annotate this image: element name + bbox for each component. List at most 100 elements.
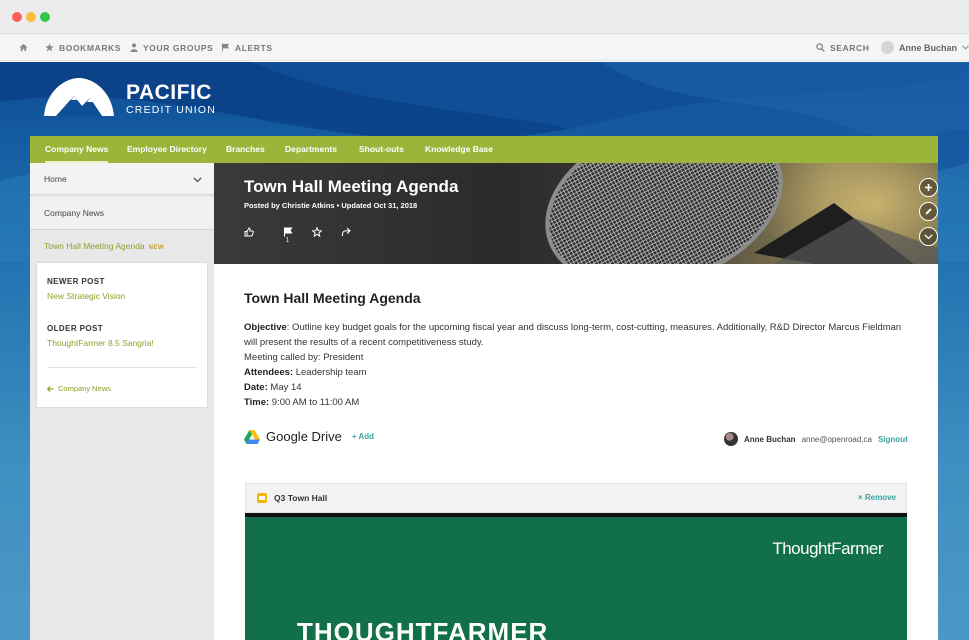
post-title: Town Hall Meeting Agenda — [244, 290, 421, 306]
pencil-icon — [925, 208, 932, 215]
avatar — [724, 432, 738, 446]
chevron-down-icon — [924, 233, 933, 239]
banner-title: Town Hall Meeting Agenda — [244, 177, 459, 196]
account-email: anne@openroad.ca — [801, 434, 872, 444]
google-drive-title: Google Drive — [266, 429, 342, 444]
search-icon — [816, 43, 825, 52]
mountain-logo-icon — [44, 78, 114, 116]
plus-icon — [925, 184, 932, 191]
chevron-down-icon — [962, 45, 969, 50]
date-label: Date: — [244, 382, 268, 393]
date-line: Date: May 14 — [244, 380, 914, 395]
google-drive-icon — [244, 429, 260, 444]
time-value: 9:00 AM to 11:00 AM — [269, 397, 360, 408]
nav-branches[interactable]: Branches — [226, 136, 265, 163]
nav-departments[interactable]: Departments — [285, 136, 337, 163]
called-by-line: Meeting called by: President — [244, 352, 364, 363]
star-icon — [45, 43, 54, 52]
google-drive-account: Anne Buchan anne@openroad.ca Signout — [724, 432, 908, 446]
older-post-link[interactable]: ThoughtFarmer 8.5 Sangria! — [47, 338, 197, 348]
slides-file-icon — [257, 493, 267, 503]
logo-subtitle: CREDIT UNION — [126, 104, 217, 116]
sidebar-item-home[interactable]: Home — [30, 163, 214, 195]
flag-icon — [221, 43, 230, 52]
new-badge: NEW — [148, 245, 165, 251]
flag-icon — [283, 227, 292, 237]
objective-line: Objective: Outline key budget goals for … — [244, 320, 914, 350]
more-options-button[interactable] — [919, 227, 938, 246]
share-button[interactable] — [331, 224, 360, 242]
close-icon: × — [857, 493, 865, 502]
bookmarks-label: BOOKMARKS — [59, 42, 122, 53]
close-window-button[interactable] — [12, 12, 22, 22]
flag-button[interactable]: 1 — [273, 224, 302, 244]
post-navigation-card: NEWER POST New Strategic Vision OLDER PO… — [36, 262, 208, 408]
search-link[interactable]: SEARCH — [816, 34, 870, 61]
search-label: SEARCH — [830, 42, 870, 53]
banner-meta: Posted by Christie Atkins • Updated Oct … — [244, 201, 418, 210]
user-name: Anne Buchan — [899, 42, 958, 53]
date-value: May 14 — [267, 382, 302, 393]
logo-name: PACIFIC — [126, 81, 212, 104]
preview-heading: THOUGHTFARMER — [297, 617, 549, 640]
google-drive-header: Google Drive + Add — [244, 429, 374, 444]
sidebar-home-label: Home — [44, 174, 67, 184]
attendees-label: Attendees: — [244, 367, 294, 378]
newer-post-label: NEWER POST — [47, 277, 105, 286]
share-icon — [341, 227, 351, 236]
remove-label: Remove — [864, 493, 896, 502]
minimize-window-button[interactable] — [26, 12, 36, 22]
browser-titlebar — [0, 0, 969, 34]
bookmarks-link[interactable]: BOOKMARKS — [45, 34, 121, 61]
like-button[interactable] — [244, 224, 273, 242]
sidebar: Home Company News Town Hall Meeting Agen… — [30, 163, 214, 640]
account-name: Anne Buchan — [744, 434, 796, 444]
home-link[interactable] — [19, 34, 28, 61]
nav-shout-outs[interactable]: Shout-outs — [359, 136, 404, 163]
alerts-link[interactable]: ALERTS — [221, 34, 273, 61]
attendees-value: Leadership team — [293, 367, 367, 378]
your-groups-link[interactable]: YOUR GROUPS — [130, 34, 213, 61]
objective-text: : Outline key budget goals for the upcom… — [244, 322, 902, 348]
user-icon — [130, 43, 138, 52]
back-link-label: Company News — [58, 384, 111, 393]
remove-file-button[interactable]: × Remove — [858, 493, 896, 502]
top-utility-nav: BOOKMARKS YOUR GROUPS ALERTS SEARCH Anne… — [0, 34, 969, 61]
time-label: Time: — [244, 397, 270, 408]
sidebar-item-company-news[interactable]: Company News — [30, 197, 214, 230]
time-line: Time: 9:00 AM to 11:00 AM — [244, 395, 914, 410]
back-to-company-news-link[interactable]: Company News — [47, 384, 111, 393]
sidebar-item-current-post[interactable]: Town Hall Meeting Agenda NEW — [44, 241, 164, 251]
current-post-label: Town Hall Meeting Agenda — [44, 241, 145, 251]
preview-logo-text: ThoughtFarmer — [772, 539, 883, 558]
nav-knowledge-base[interactable]: Knowledge Base — [425, 136, 493, 163]
add-button[interactable] — [919, 178, 938, 197]
attendees-line: Attendees: Leadership team — [244, 365, 914, 380]
google-drive-add-button[interactable]: + Add — [352, 432, 374, 441]
newer-post-link[interactable]: New Strategic Vision — [47, 291, 197, 301]
signout-link[interactable]: Signout — [878, 435, 908, 444]
older-post-label: OLDER POST — [47, 324, 104, 333]
pacific-credit-union-logo[interactable]: PACIFIC CREDIT UNION — [42, 78, 222, 118]
file-name[interactable]: Q3 Town Hall — [274, 493, 327, 503]
divider — [47, 367, 197, 368]
avatar — [881, 41, 894, 54]
flag-count: 1 — [285, 237, 290, 244]
favorite-button[interactable] — [302, 224, 331, 242]
maximize-window-button[interactable] — [40, 12, 50, 22]
objective-label: Objective — [244, 322, 287, 333]
home-icon — [19, 43, 28, 52]
chevron-down-icon[interactable] — [193, 163, 202, 195]
main-nav: Company News Employee Directory Branches… — [30, 136, 938, 163]
file-preview[interactable]: ThoughtFarmer THOUGHTFARMER — [245, 513, 907, 640]
nav-company-news[interactable]: Company News — [45, 136, 109, 163]
star-icon — [310, 226, 323, 238]
nav-employee-directory[interactable]: Employee Directory — [127, 136, 207, 163]
user-menu[interactable]: Anne Buchan — [881, 34, 969, 61]
edit-button[interactable] — [919, 202, 938, 221]
alerts-label: ALERTS — [235, 42, 273, 53]
your-groups-label: YOUR GROUPS — [143, 42, 214, 53]
post-actions: 1 — [244, 224, 360, 244]
post-header-banner: Town Hall Meeting Agenda Posted by Chris… — [214, 163, 938, 264]
post-body: Objective: Outline key budget goals for … — [244, 320, 914, 410]
